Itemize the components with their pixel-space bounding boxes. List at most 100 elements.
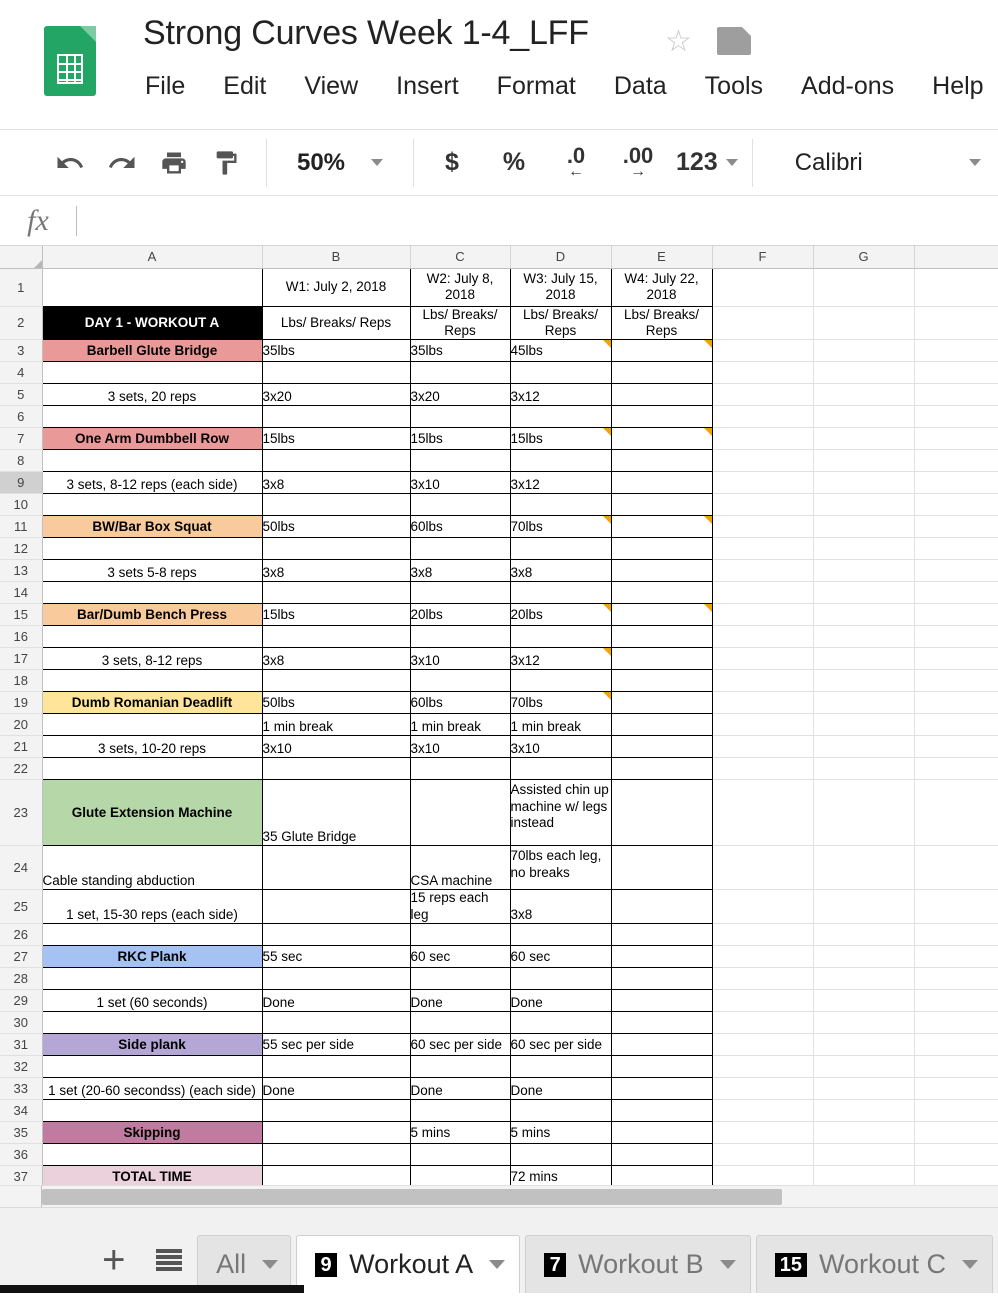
cell-H23[interactable]	[914, 779, 998, 847]
cell-C31[interactable]: 60 sec per side	[410, 1033, 511, 1057]
cell-H14[interactable]	[914, 581, 998, 605]
menu-item-format[interactable]: Format	[478, 72, 595, 101]
row-header-11[interactable]: 11	[0, 515, 43, 539]
percent-format-button[interactable]: %	[490, 139, 538, 187]
cell-H28[interactable]	[914, 967, 998, 991]
cell-H8[interactable]	[914, 449, 998, 473]
cell-H19[interactable]	[914, 691, 998, 715]
cell-E19[interactable]	[611, 691, 713, 715]
increase-decimal-button[interactable]: .00 →	[614, 139, 662, 187]
row-header-18[interactable]: 18	[0, 669, 43, 693]
cell-H27[interactable]	[914, 945, 998, 969]
chevron-down-icon[interactable]	[489, 1260, 506, 1269]
cell-H33[interactable]	[914, 1077, 998, 1101]
cell-E15[interactable]	[611, 603, 713, 627]
cell-B24[interactable]	[262, 845, 411, 891]
cell-F4[interactable]	[712, 361, 814, 385]
cell-G1[interactable]	[813, 268, 915, 307]
cell-G30[interactable]	[813, 1011, 915, 1035]
currency-format-button[interactable]: $	[428, 139, 476, 187]
cell-D29[interactable]: Done	[510, 989, 612, 1013]
cell-A16[interactable]	[41, 625, 263, 649]
cell-D4[interactable]	[510, 361, 612, 385]
cell-F9[interactable]	[712, 471, 814, 495]
cell-F2[interactable]	[712, 306, 814, 341]
formula-input[interactable]	[77, 209, 998, 232]
cell-A1[interactable]	[41, 268, 263, 307]
chevron-down-icon[interactable]	[719, 1260, 736, 1269]
cell-B29[interactable]: Done	[262, 989, 411, 1013]
chevron-down-icon[interactable]	[962, 1260, 978, 1269]
row-header-31[interactable]: 31	[0, 1033, 43, 1057]
cell-D26[interactable]	[510, 923, 612, 947]
cell-H35[interactable]	[914, 1121, 998, 1145]
cell-A32[interactable]	[41, 1055, 263, 1079]
cell-A35[interactable]: Skipping	[41, 1121, 263, 1145]
row-header-28[interactable]: 28	[0, 967, 43, 991]
cell-C13[interactable]: 3x8	[410, 559, 511, 583]
cell-A2[interactable]: DAY 1 - WORKOUT A	[41, 306, 263, 341]
cell-G34[interactable]	[813, 1099, 915, 1123]
cell-E18[interactable]	[611, 669, 713, 693]
cell-B7[interactable]: 15lbs	[262, 427, 411, 451]
cell-G5[interactable]	[813, 383, 915, 407]
row-header-8[interactable]: 8	[0, 449, 43, 473]
cell-H17[interactable]	[914, 647, 998, 671]
print-icon[interactable]	[148, 139, 200, 187]
cell-D31[interactable]: 60 sec per side	[510, 1033, 612, 1057]
row-header-36[interactable]: 36	[0, 1143, 43, 1167]
row-header-24[interactable]: 24	[0, 845, 43, 891]
cell-A19[interactable]: Dumb Romanian Deadlift	[41, 691, 263, 715]
cell-E8[interactable]	[611, 449, 713, 473]
row-header-21[interactable]: 21	[0, 735, 43, 759]
redo-icon[interactable]	[96, 139, 148, 187]
cell-C28[interactable]	[410, 967, 511, 991]
cell-A29[interactable]: 1 set (60 seconds)	[41, 989, 263, 1013]
cell-D35[interactable]: 5 mins	[510, 1121, 612, 1145]
cell-E14[interactable]	[611, 581, 713, 605]
cell-D13[interactable]: 3x8	[510, 559, 612, 583]
cell-A11[interactable]: BW/Bar Box Squat	[41, 515, 263, 539]
cell-D6[interactable]	[510, 405, 612, 429]
cell-F24[interactable]	[712, 845, 814, 891]
cell-A14[interactable]	[41, 581, 263, 605]
row-header-7[interactable]: 7	[0, 427, 43, 451]
cell-G32[interactable]	[813, 1055, 915, 1079]
row-header-17[interactable]: 17	[0, 647, 43, 671]
cell-B16[interactable]	[262, 625, 411, 649]
row-header-26[interactable]: 26	[0, 923, 43, 947]
undo-icon[interactable]	[44, 139, 96, 187]
cell-C2[interactable]: Lbs/ Breaks/ Reps	[410, 306, 511, 341]
cell-D18[interactable]	[510, 669, 612, 693]
cell-C4[interactable]	[410, 361, 511, 385]
cell-H34[interactable]	[914, 1099, 998, 1123]
cell-G8[interactable]	[813, 449, 915, 473]
cell-F31[interactable]	[712, 1033, 814, 1057]
row-header-25[interactable]: 25	[0, 889, 43, 925]
cell-D15[interactable]: 20lbs	[510, 603, 612, 627]
row-header-30[interactable]: 30	[0, 1011, 43, 1035]
cell-C1[interactable]: W2: July 8, 2018	[410, 268, 511, 307]
cell-F7[interactable]	[712, 427, 814, 451]
cell-F35[interactable]	[712, 1121, 814, 1145]
row-header-9[interactable]: 9	[0, 471, 43, 495]
menu-item-tools[interactable]: Tools	[686, 72, 782, 101]
cell-H12[interactable]	[914, 537, 998, 561]
row-header-20[interactable]: 20	[0, 713, 43, 737]
row-header-2[interactable]: 2	[0, 306, 43, 341]
cell-B6[interactable]	[262, 405, 411, 429]
row-header-29[interactable]: 29	[0, 989, 43, 1013]
tab-workout-a[interactable]: 9 Workout A	[296, 1235, 521, 1293]
column-header-b[interactable]: B	[262, 246, 411, 269]
cell-E34[interactable]	[611, 1099, 713, 1123]
cell-C20[interactable]: 1 min break	[410, 713, 511, 737]
cell-E22[interactable]	[611, 757, 713, 781]
cell-F30[interactable]	[712, 1011, 814, 1035]
cell-C15[interactable]: 20lbs	[410, 603, 511, 627]
cell-B36[interactable]	[262, 1143, 411, 1167]
cell-C27[interactable]: 60 sec	[410, 945, 511, 969]
cell-B34[interactable]	[262, 1099, 411, 1123]
cell-E9[interactable]	[611, 471, 713, 495]
cell-A21[interactable]: 3 sets, 10-20 reps	[41, 735, 263, 759]
cell-H18[interactable]	[914, 669, 998, 693]
